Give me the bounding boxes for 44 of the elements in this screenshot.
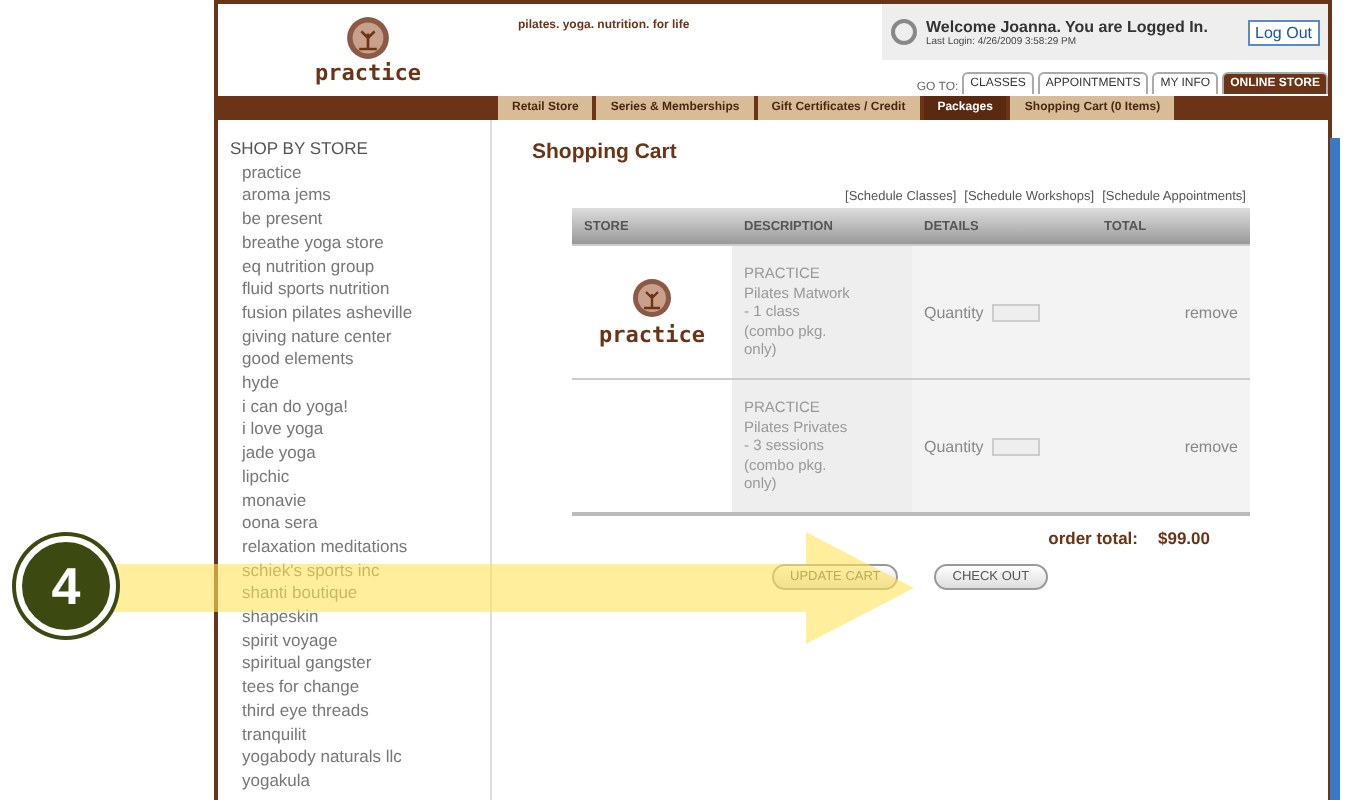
store-link[interactable]: giving nature center (230, 325, 490, 349)
store-link[interactable]: shapeskin (230, 606, 490, 630)
store-link[interactable]: spirit voyage (230, 629, 490, 653)
store-logo-text: practice (599, 321, 705, 347)
store-link[interactable]: jade yoga (230, 442, 490, 466)
store-link[interactable]: third eye threads (230, 699, 490, 724)
store-link[interactable]: relaxation meditations (230, 535, 490, 560)
step-badge: 4 (16, 536, 116, 636)
store-link[interactable]: fusion pilates asheville (230, 301, 490, 326)
page-title: Shopping Cart (532, 140, 679, 164)
store-link[interactable]: lipchic (230, 465, 490, 490)
store-link[interactable]: fluid sports nutrition (230, 278, 490, 302)
welcome-text: Welcome Joanna. You are Logged In. (926, 17, 1208, 35)
store-link[interactable]: tees for change (230, 676, 490, 700)
store-link[interactable]: i love yoga (230, 418, 490, 443)
remove-link[interactable]: remove (1184, 303, 1238, 321)
store-link[interactable]: good elements (230, 348, 490, 373)
store-link[interactable]: aroma jems (230, 184, 490, 209)
tree-logo-icon (346, 16, 390, 60)
store-link[interactable]: breathe yoga store (230, 231, 490, 256)
scrollbar[interactable] (1330, 138, 1340, 800)
quantity-field[interactable] (991, 437, 1040, 455)
store-link[interactable]: practice (230, 161, 490, 185)
store-link[interactable]: tranquilit (230, 723, 490, 747)
sidebar-heading: SHOP BY STORE (230, 138, 370, 162)
order-total-label: order total: (1048, 528, 1138, 548)
store-link[interactable]: eq nutrition group (230, 255, 490, 279)
store-link[interactable]: be present (230, 208, 490, 232)
quantity-field[interactable] (991, 303, 1040, 321)
logout-button[interactable]: Log Out (1247, 19, 1320, 45)
tree-logo-icon (631, 277, 672, 317)
quantity-label: Quantity (924, 437, 984, 455)
store-link[interactable]: oona sera (230, 512, 490, 536)
store-link[interactable]: spiritual gangster (230, 652, 490, 677)
store-link[interactable]: yogabody naturals llc (230, 746, 490, 770)
remove-link[interactable]: remove (1184, 437, 1238, 455)
quantity-label: Quantity (924, 303, 984, 321)
store-link[interactable]: monavie (230, 489, 490, 513)
logo-text: practice (315, 60, 421, 86)
store-link[interactable]: i can do yoga! (230, 395, 490, 419)
order-total-value: $99.00 (1158, 528, 1210, 548)
store-link[interactable]: hyde (230, 372, 490, 396)
ring-icon (890, 18, 918, 46)
store-link[interactable]: yogakula (230, 769, 490, 794)
